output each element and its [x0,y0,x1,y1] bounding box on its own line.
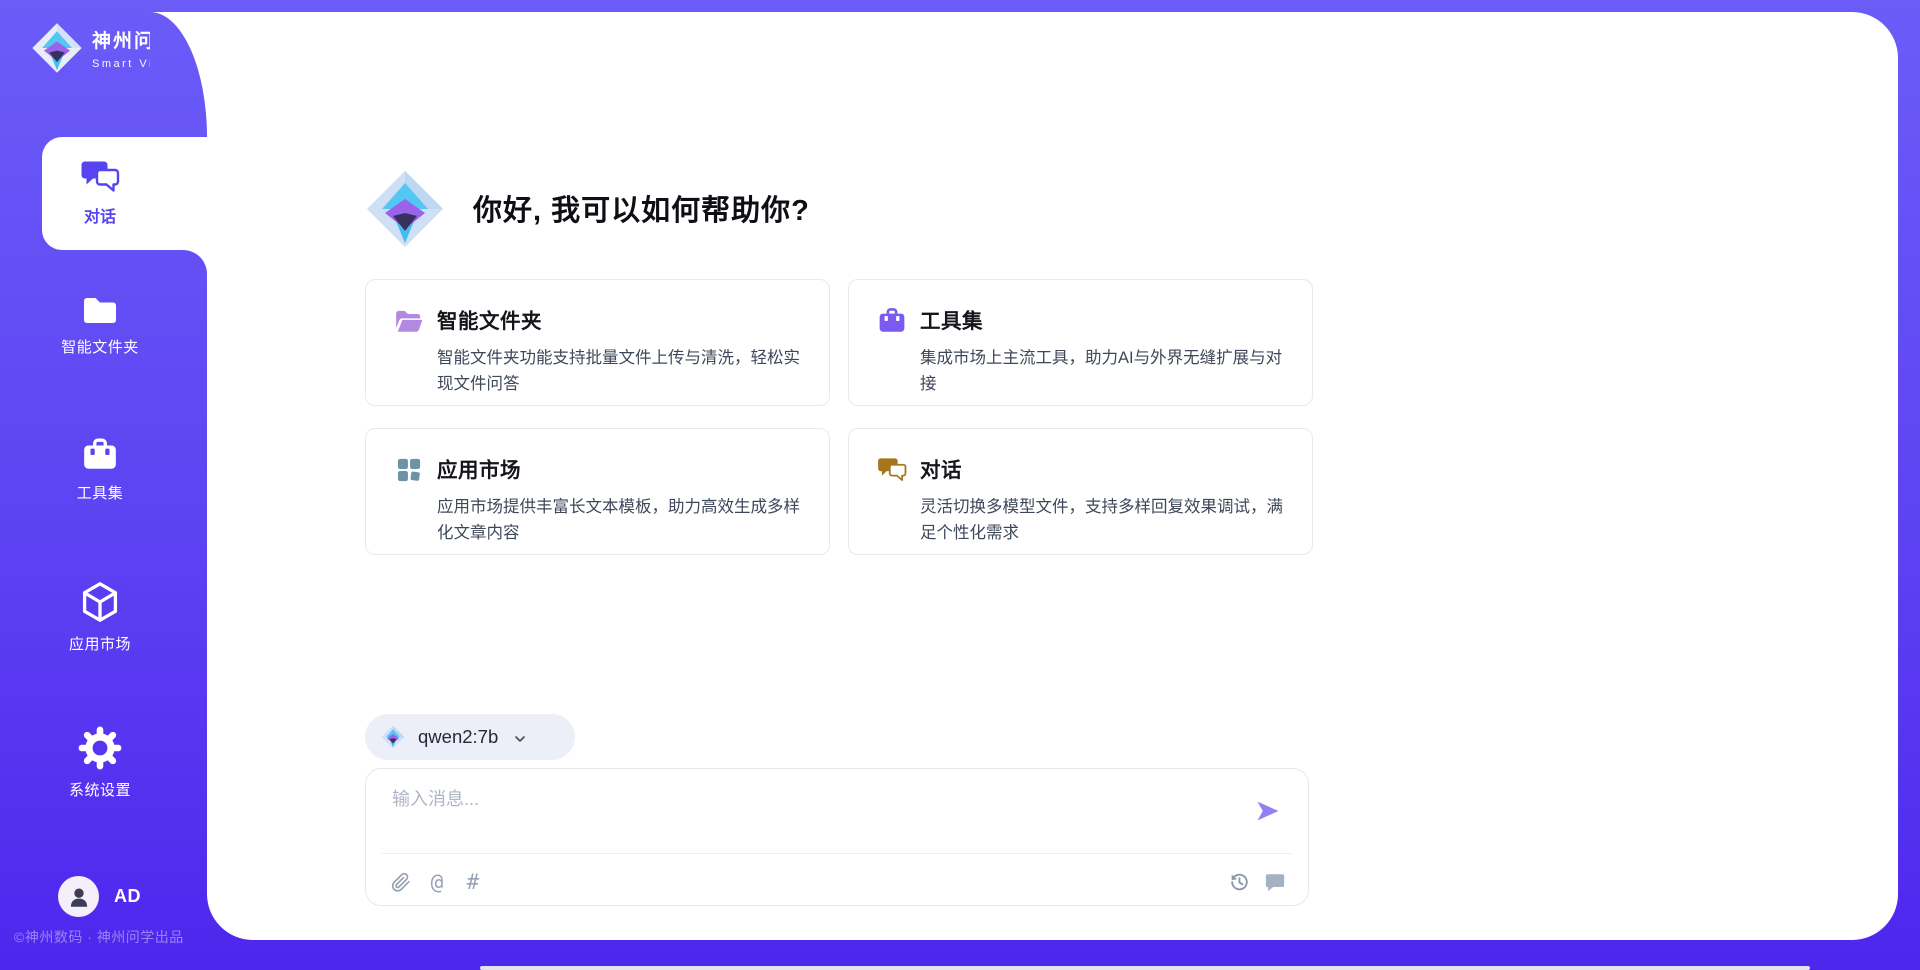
sidebar-item-settings[interactable]: 系统设置 [30,726,170,800]
hash-icon[interactable]: # [462,871,484,893]
card-app-market[interactable]: 应用市场 应用市场提供丰富长文本模板，助力高效生成多样化文章内容 [365,428,830,555]
message-composer: 输入消息... @ # [365,768,1309,906]
composer-divider [382,853,1292,854]
chat-icon [80,160,120,194]
card-description: 应用市场提供丰富长文本模板，助力高效生成多样化文章内容 [437,494,807,546]
assistant-logo-icon [365,169,445,249]
message-input[interactable]: 输入消息... [392,785,1228,845]
brand-logo-icon [31,22,83,74]
card-toolbox[interactable]: 工具集 集成市场上主流工具，助力AI与外界无缝扩展与对接 [848,279,1313,406]
card-chat[interactable]: 对话 灵活切换多模型文件，支持多样回复效果调试，满足个性化需求 [848,428,1313,555]
sidebar-item-smart-folder[interactable]: 智能文件夹 [30,294,170,357]
toolbox-icon [877,307,907,335]
sidebar-item-app-market[interactable]: 应用市场 [30,580,170,654]
sidebar-item-chat[interactable]: 对话 [42,137,208,250]
copyright: ©神州数码 · 神州问学出品 [14,927,184,947]
paperclip-icon[interactable] [390,871,412,893]
app-root: { "brand": { "name": "神州问学", "subtitle":… [0,0,1920,970]
folder-icon [80,294,120,327]
user-profile[interactable]: AD [58,876,141,917]
sidebar-item-label: 智能文件夹 [61,336,139,357]
feature-cards: 智能文件夹 智能文件夹功能支持批量文件上传与清洗，轻松实现文件问答 工具集 集成… [365,279,1313,555]
card-smart-folder[interactable]: 智能文件夹 智能文件夹功能支持批量文件上传与清洗，轻松实现文件问答 [365,279,830,406]
main-panel: 你好, 我可以如何帮助你? 智能文件夹 智能文件夹功能支持批量文件上传与清洗，轻… [207,12,1898,940]
model-selector[interactable]: qwen2:7b [365,714,575,760]
greeting-block: 你好, 我可以如何帮助你? [365,162,810,254]
bubble-icon[interactable] [1264,871,1286,893]
chat-icon [877,456,907,484]
mention-icon[interactable]: @ [426,871,448,893]
gear-icon [78,726,122,770]
history-icon[interactable] [1228,871,1250,893]
greeting-title: 你好, 我可以如何帮助你? [473,187,810,229]
sidebar-item-toolbox[interactable]: 工具集 [30,437,170,503]
active-tab-flare-bottom [183,250,207,274]
grid-icon [394,456,424,484]
user-initials: AD [114,886,141,907]
card-description: 集成市场上主流工具，助力AI与外界无缝扩展与对接 [920,345,1290,397]
chevron-down-icon [512,731,528,747]
send-icon[interactable] [1254,797,1282,825]
folder-open-icon [394,307,424,335]
model-name: qwen2:7b [418,726,498,748]
composer-toolbar: @ # [390,865,1286,899]
cube-icon [78,580,122,624]
active-tab-flare-top [150,12,207,137]
card-description: 智能文件夹功能支持批量文件上传与清洗，轻松实现文件问答 [437,345,807,397]
model-logo-icon [381,725,405,749]
avatar [58,876,99,917]
card-description: 灵活切换多模型文件，支持多样回复效果调试，满足个性化需求 [920,494,1290,546]
sidebar-item-label: 应用市场 [69,633,131,654]
sidebar-item-label: 工具集 [77,482,124,503]
card-title: 应用市场 [437,453,807,483]
sidebar-item-label: 系统设置 [69,779,131,800]
window-bottom-edge [480,966,1810,970]
card-title: 对话 [920,453,1290,483]
card-title: 工具集 [920,304,1290,334]
person-icon [66,884,92,910]
toolbox-icon [81,437,119,473]
sidebar-item-label: 对话 [84,203,116,227]
card-title: 智能文件夹 [437,304,807,334]
